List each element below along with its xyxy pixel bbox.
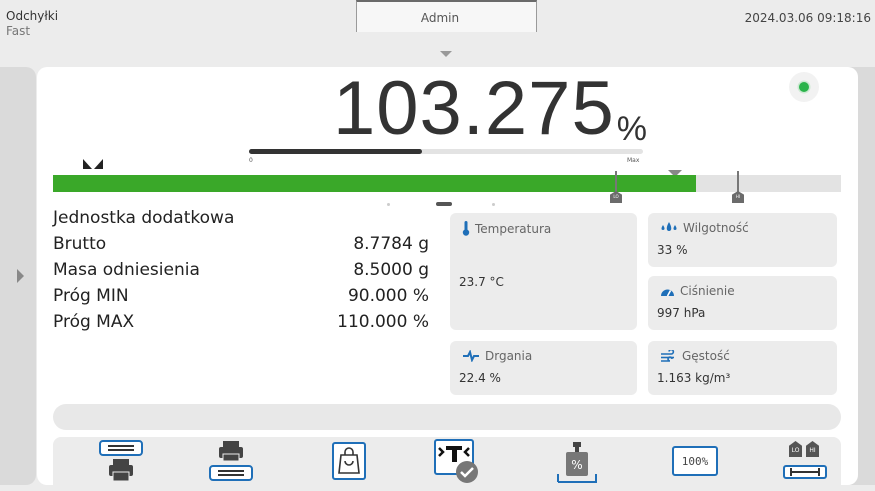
density-label: Gęstość: [682, 349, 730, 363]
capacity-bar: [249, 149, 643, 154]
gauge-icon: [661, 289, 674, 297]
hi-marker-tag: HI: [732, 191, 744, 203]
packaging-button[interactable]: [319, 437, 379, 485]
info-row: Masa odniesienia 8.5000 g: [53, 257, 429, 283]
logged-user[interactable]: Admin: [340, 11, 540, 25]
temperature-label: Temperatura: [475, 221, 552, 236]
info-row: Próg MAX 110.000 %: [53, 309, 429, 335]
percent-100-label: 100%: [672, 446, 718, 476]
droplets-icon: [661, 222, 677, 231]
pressure-value: 997 hPa: [657, 306, 706, 320]
capacity-bar-start: 0: [249, 157, 253, 164]
mode-subtitle: Fast: [6, 24, 31, 38]
vibration-value: 22.4 %: [459, 371, 501, 385]
info-value: 110.000 %: [337, 312, 429, 332]
temperature-card[interactable]: Temperatura 23.7 °C: [450, 213, 637, 330]
reference-mass-button[interactable]: %: [547, 437, 607, 485]
range-box-icon: [783, 465, 827, 479]
info-label: Brutto: [53, 234, 107, 254]
shopping-bag-icon: [332, 442, 366, 480]
tare-icon: [434, 439, 478, 483]
bowtie-icon: [83, 159, 103, 169]
print-footer-icon: [209, 441, 253, 481]
tare-button[interactable]: [428, 437, 488, 485]
info-label: Próg MIN: [53, 286, 129, 306]
main-panel: 103.275 % 0 Max LO HI Jednostka dodatkow…: [37, 67, 858, 485]
reading-unit: %: [616, 110, 647, 148]
info-label: Masa odniesienia: [53, 260, 200, 280]
vibration-icon: [463, 350, 479, 362]
info-header-label: Jednostka dodatkowa: [53, 208, 235, 228]
stability-indicator: [789, 72, 819, 102]
hi-tag-icon: HI: [806, 441, 819, 457]
message-bar: [53, 404, 841, 430]
thresholds-button[interactable]: LO HI: [775, 437, 835, 485]
deviation-bar: [53, 175, 841, 192]
humidity-label: Wilgotność: [683, 221, 749, 235]
thresholds-icon: LO HI: [782, 439, 828, 483]
capacity-bar-fill: [249, 149, 423, 154]
density-value: 1.163 kg/m³: [657, 371, 731, 385]
vibration-label: Drgania: [485, 349, 533, 363]
vibration-card[interactable]: Drgania 22.4 %: [450, 341, 637, 395]
print-footer-button[interactable]: [201, 437, 261, 485]
weight-percent-icon: %: [557, 442, 597, 483]
info-header: Jednostka dodatkowa: [53, 205, 429, 231]
info-value: 8.5000 g: [353, 260, 429, 280]
left-side-panel[interactable]: [0, 67, 36, 485]
humidity-title: Wilgotność: [660, 221, 749, 235]
pressure-title: Ciśnienie: [660, 284, 735, 298]
chevron-down-icon[interactable]: [440, 51, 452, 57]
info-value: 8.7784 g: [353, 234, 429, 254]
mode-title: Odchyłki: [6, 9, 59, 23]
capacity-bar-end: Max: [627, 157, 640, 164]
info-row: Próg MIN 90.000 %: [53, 283, 429, 309]
lo-tag-icon: LO: [789, 441, 802, 457]
humidity-value: 33 %: [657, 243, 688, 257]
reading-value: 103.275: [333, 66, 615, 151]
page-dot[interactable]: [492, 202, 495, 206]
info-label: Próg MAX: [53, 312, 135, 332]
pressure-label: Ciśnienie: [680, 284, 735, 298]
lo-marker-stick: [615, 171, 617, 193]
mode-info: Odchyłki Fast: [6, 9, 58, 39]
bottom-toolbar: % 100% LO HI: [53, 437, 841, 485]
temperature-value: 23.7 °C: [459, 275, 504, 289]
info-value: 90.000 %: [347, 286, 429, 306]
datetime: 2024.03.06 09:18:16: [744, 11, 871, 25]
density-title: Gęstość: [660, 349, 730, 363]
pressure-card[interactable]: Ciśnienie 997 hPa: [648, 276, 837, 330]
percent-100-button[interactable]: 100%: [665, 437, 725, 485]
temperature-title: Temperatura: [462, 221, 551, 236]
vibration-title: Drgania: [462, 349, 532, 363]
info-list: Jednostka dodatkowa Brutto 8.7784 g Masa…: [53, 205, 429, 335]
humidity-card[interactable]: Wilgotność 33 %: [648, 213, 837, 267]
info-row: Brutto 8.7784 g: [53, 231, 429, 257]
weight-reading: 103.275 %: [333, 66, 647, 151]
wind-icon: [661, 350, 675, 362]
lo-marker-tag: LO: [610, 191, 622, 203]
thermometer-icon: [462, 221, 470, 236]
hi-marker-stick: [737, 171, 739, 193]
print-header-icon: [99, 440, 143, 482]
print-header-button[interactable]: [91, 437, 151, 485]
svg-text:%: %: [571, 458, 582, 472]
deviation-bar-fill: [53, 175, 696, 192]
density-card[interactable]: Gęstość 1.163 kg/m³: [648, 341, 837, 395]
chevron-right-icon[interactable]: [17, 269, 24, 283]
page-dot-active[interactable]: [436, 202, 452, 206]
